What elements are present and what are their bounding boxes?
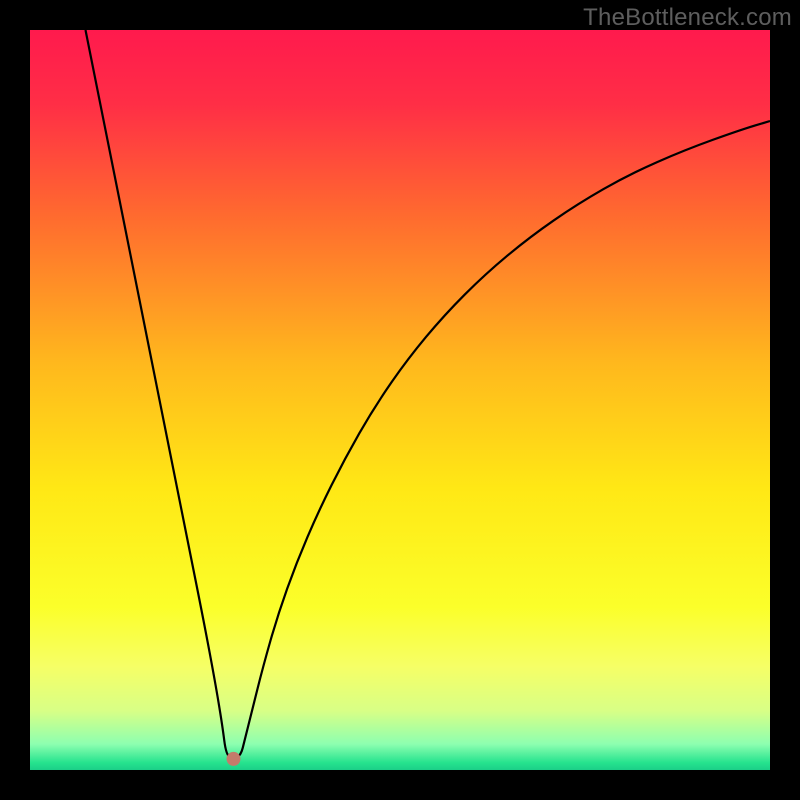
- curve-layer: [30, 30, 770, 770]
- min-marker: [227, 752, 241, 766]
- bottleneck-curve: [86, 30, 771, 758]
- plot-area: [30, 30, 770, 770]
- chart-stage: TheBottleneck.com: [0, 0, 800, 800]
- watermark-text: TheBottleneck.com: [583, 4, 792, 32]
